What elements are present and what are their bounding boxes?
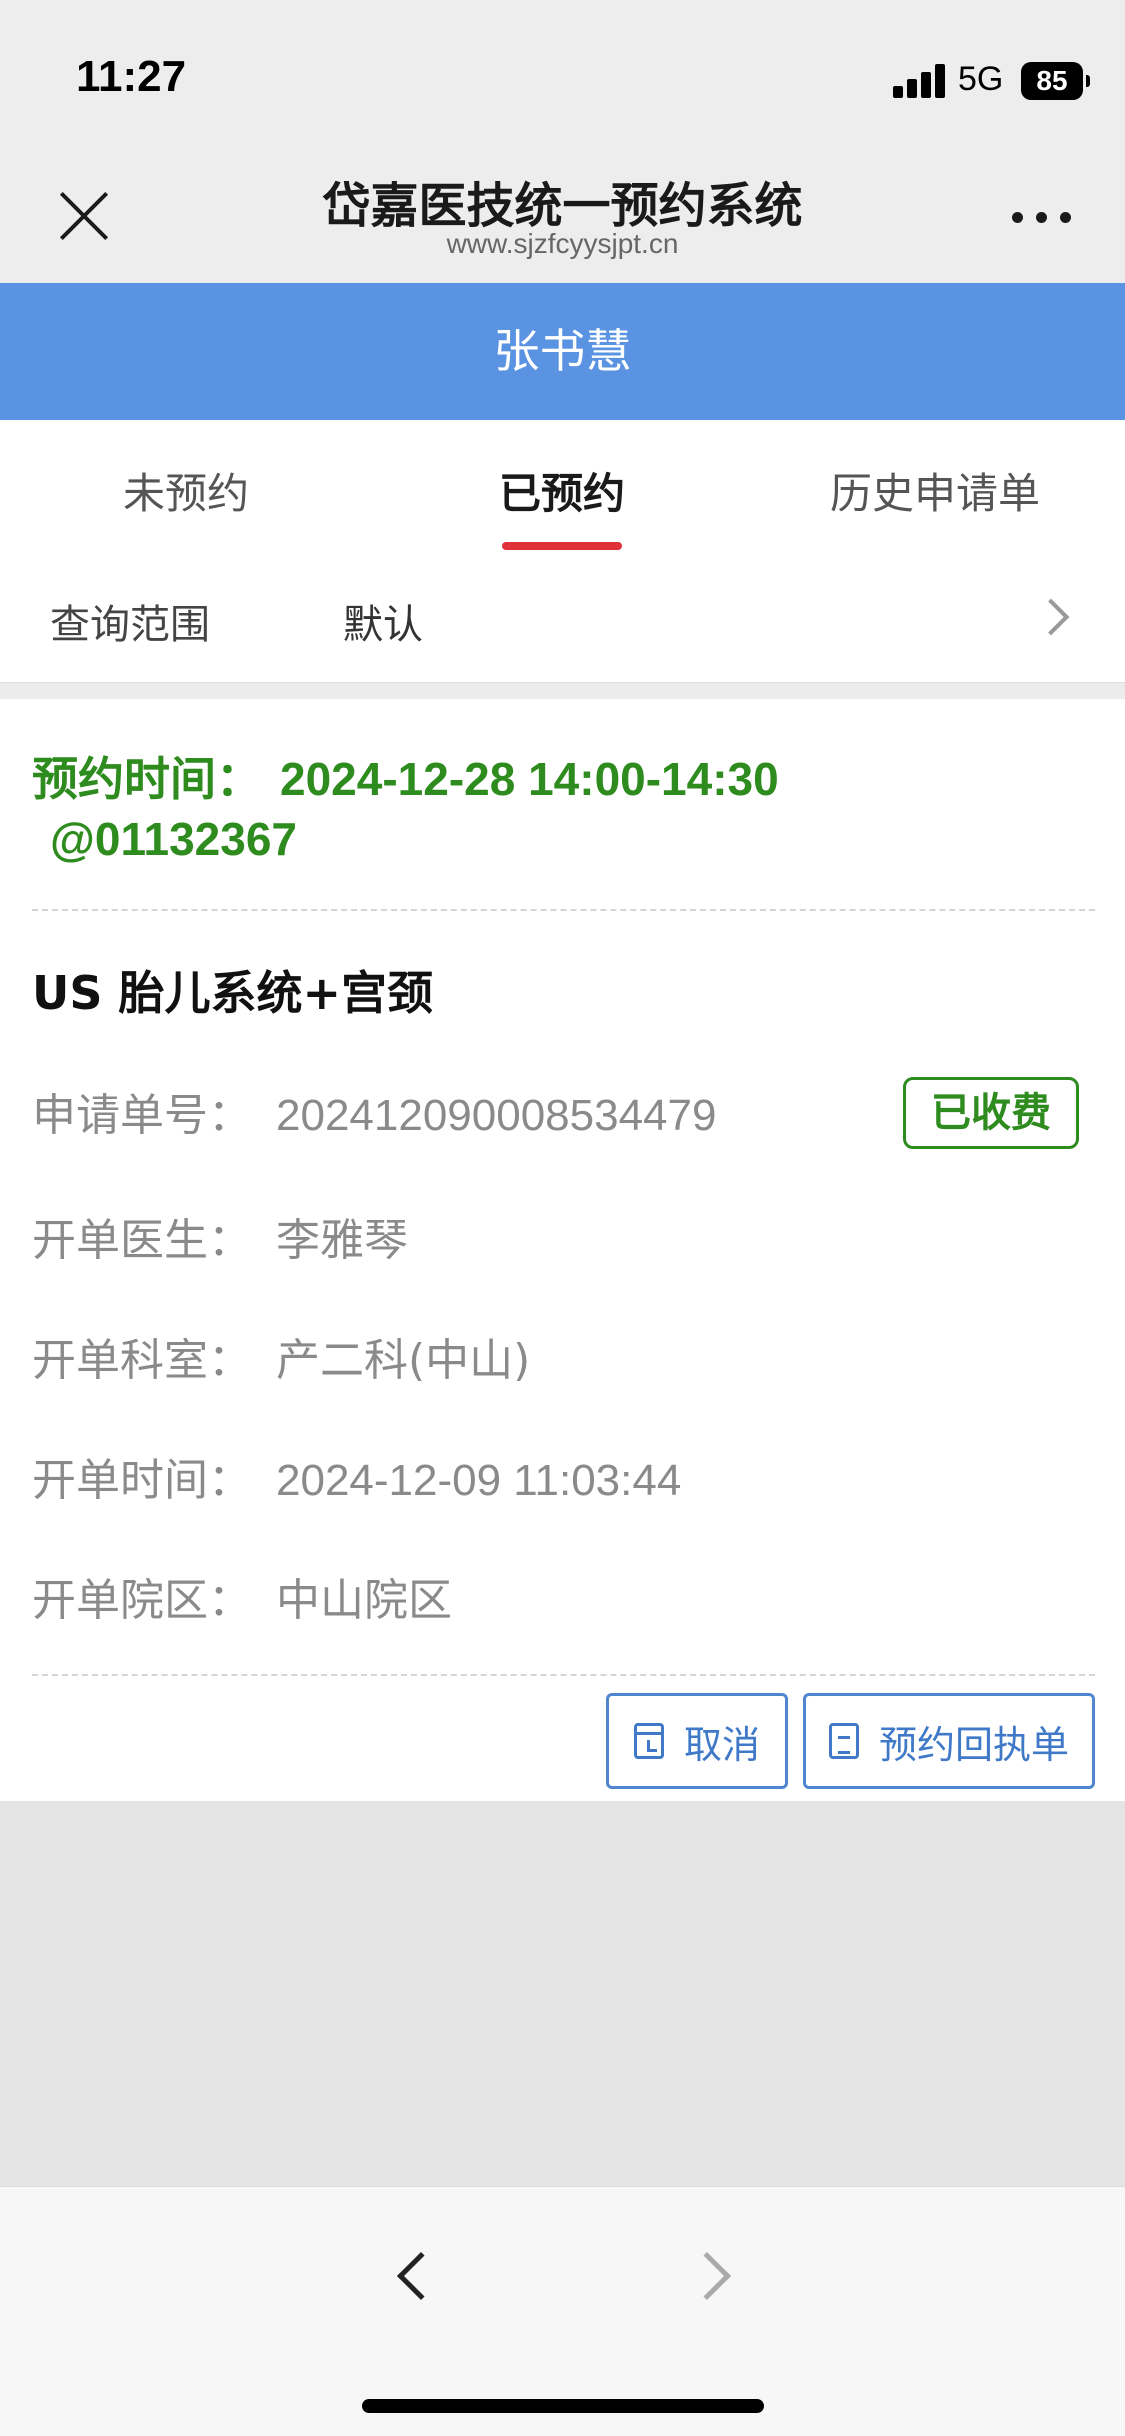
field-value: 中山院区 [276,1575,452,1626]
appointment-code: @01132367 [50,813,297,865]
appointment-time-label: 预约时间： [32,752,262,806]
browser-toolbar [0,2186,1125,2436]
field-value: 2024-12-09 11:03:44 [276,1456,682,1505]
battery-icon: 85 [1021,62,1090,100]
field-value: 李雅琴 [276,1215,408,1266]
tab-indicator [502,542,622,550]
signal-icon [893,64,945,98]
field-label: 开单医生： [32,1215,252,1266]
field-doctor: 开单医生： 李雅琴 [32,1204,408,1268]
tab-bar: 未预约 已预约 历史申请单 [0,420,1125,560]
cancel-button-label: 取消 [683,1722,760,1767]
field-department: 开单科室： 产二科(中山) [32,1324,530,1388]
document-icon [828,1723,859,1759]
field-value: 产二科(中山) [276,1335,531,1386]
filter-row[interactable]: 查询范围 默认 [0,560,1125,683]
status-bar: 11:27 5G 85 [0,0,1125,150]
field-label: 申请单号： [32,1090,252,1141]
calendar-icon [633,1723,664,1759]
field-order-time: 开单时间： 2024-12-09 11:03:44 [32,1444,681,1508]
field-campus: 开单院区： 中山院区 [32,1564,452,1628]
exam-name: US 胎儿系统+宫颈 [32,966,434,1020]
more-icon[interactable] [1012,212,1072,226]
back-icon[interactable] [396,2251,446,2301]
appointment-time: 预约时间： 2024-12-28 14:00-14:30 @01132367 [32,749,1092,869]
divider [32,909,1095,911]
status-time: 11:27 [76,52,187,101]
field-label: 开单科室： [32,1335,252,1386]
appointment-time-value: 2024-12-28 14:00-14:30 [280,753,779,805]
divider [32,1674,1095,1676]
forward-icon[interactable] [682,2251,732,2301]
tab-booked[interactable]: 已预约 [412,460,712,521]
appointment-card: 预约时间： 2024-12-28 14:00-14:30 @01132367 US… [0,699,1125,1801]
cancel-button[interactable]: 取消 [606,1693,788,1789]
section-divider [0,683,1125,699]
tab-history[interactable]: 历史申请单 [785,460,1085,521]
home-indicator[interactable] [362,2399,764,2413]
network-label: 5G [958,60,1004,98]
field-value: 202412090008534479 [276,1091,717,1140]
page-url: www.sjzfcyysjpt.cn [446,228,679,259]
filter-value: 默认 [343,602,423,648]
user-name-header: 张书慧 [0,283,1125,420]
field-label: 开单院区： [32,1575,252,1626]
chevron-right-icon[interactable] [1032,598,1070,636]
field-request-number: 申请单号： 202412090008534479 [32,1079,716,1143]
tab-unbooked[interactable]: 未预约 [36,460,336,521]
receipt-button-label: 预约回执单 [878,1722,1069,1767]
nav-bar: 岱嘉医技统一预约系统 www.sjzfcyysjpt.cn [0,150,1125,283]
filter-label: 查询范围 [50,602,210,648]
status-badge: 已收费 [903,1077,1079,1149]
field-label: 开单时间： [32,1455,252,1506]
page-title: 岱嘉医技统一预约系统 [322,178,803,234]
receipt-button[interactable]: 预约回执单 [803,1693,1095,1789]
